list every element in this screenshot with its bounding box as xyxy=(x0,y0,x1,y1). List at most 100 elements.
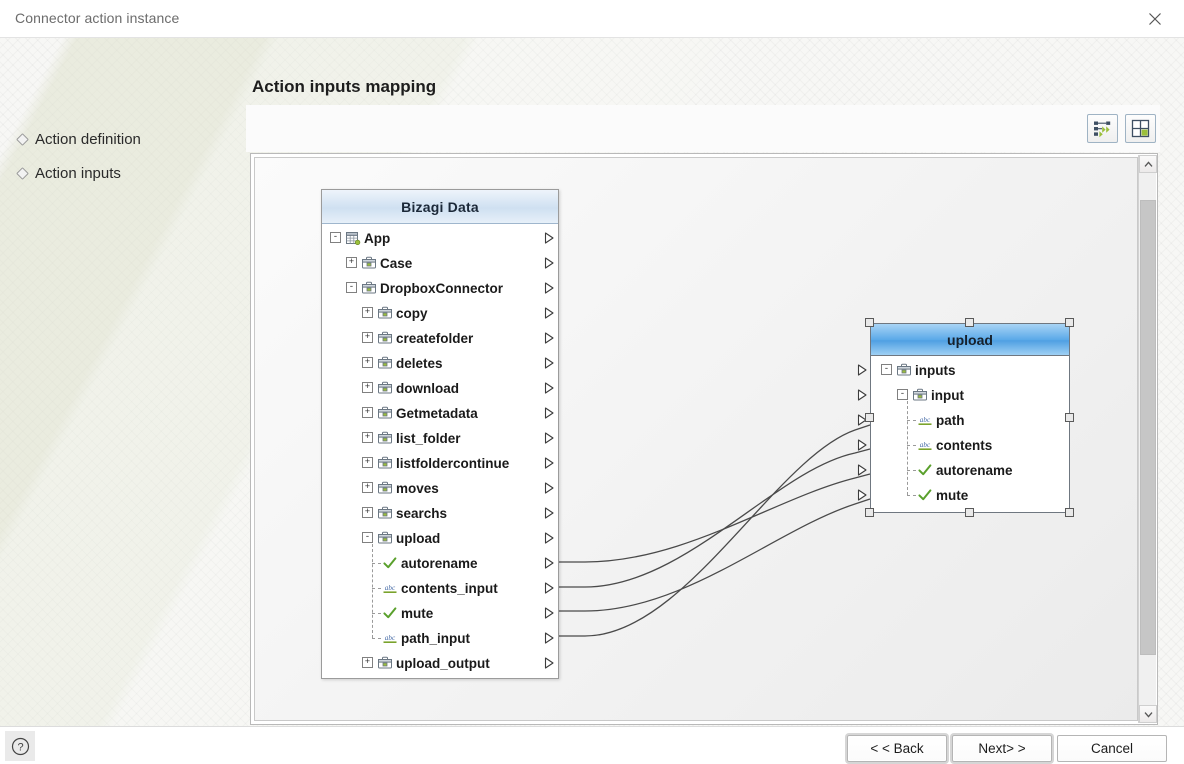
connection-port-icon[interactable] xyxy=(544,382,555,394)
connection-port-icon[interactable] xyxy=(857,364,868,376)
collapse-toggle-icon[interactable]: - xyxy=(881,364,892,375)
tree-row[interactable]: + Getmetadata xyxy=(322,401,558,426)
resize-handle-n[interactable] xyxy=(965,318,974,327)
node-row[interactable]: - inputs xyxy=(857,358,1071,383)
tree-row[interactable]: + list_folder xyxy=(322,426,558,451)
connection-port-icon[interactable] xyxy=(544,507,555,519)
tree-row[interactable]: + moves xyxy=(322,476,558,501)
help-button[interactable]: ? xyxy=(5,731,35,761)
briefcase-icon xyxy=(378,431,392,444)
bizagi-data-tree[interactable]: Bizagi Data - App + Case - DropboxConnector + c… xyxy=(321,189,559,679)
connection-port-icon[interactable] xyxy=(857,489,868,501)
connection-port-icon[interactable] xyxy=(544,282,555,294)
connection-port-icon[interactable] xyxy=(544,607,555,619)
window-title: Connector action instance xyxy=(15,10,180,26)
resize-handle-w[interactable] xyxy=(865,413,874,422)
expand-toggle-icon[interactable]: + xyxy=(362,407,373,418)
collapse-toggle-icon[interactable]: - xyxy=(346,282,357,293)
connection-port-icon[interactable] xyxy=(544,457,555,469)
scroll-up-button[interactable] xyxy=(1139,155,1157,173)
node-row[interactable]: mute xyxy=(857,483,1071,508)
expand-toggle-icon[interactable]: + xyxy=(362,307,373,318)
tree-row[interactable]: + Case xyxy=(322,251,558,276)
upload-node[interactable]: upload - inputs - input abc path abc contents au… xyxy=(857,323,1071,513)
expand-toggle-icon[interactable]: + xyxy=(346,257,357,268)
expand-toggle-icon[interactable]: + xyxy=(362,482,373,493)
connection-port-icon[interactable] xyxy=(544,482,555,494)
node-row[interactable]: abc path xyxy=(857,408,1071,433)
expand-toggle-icon[interactable]: + xyxy=(362,507,373,518)
collapse-toggle-icon[interactable]: - xyxy=(330,232,341,243)
resize-handle-e[interactable] xyxy=(1065,413,1074,422)
connection-port-icon[interactable] xyxy=(544,432,555,444)
node-row[interactable]: abc contents xyxy=(857,433,1071,458)
diamond-bullet-icon xyxy=(16,133,29,146)
connection-port-icon[interactable] xyxy=(544,257,555,269)
node-row[interactable]: - input xyxy=(857,383,1071,408)
sidebar-item-action-definition[interactable]: Action definition xyxy=(16,131,141,148)
collapse-toggle-icon[interactable]: - xyxy=(897,389,908,400)
tree-row[interactable]: abc contents_input xyxy=(322,576,558,601)
briefcase-icon xyxy=(897,363,911,376)
collapse-toggle-icon[interactable]: - xyxy=(362,532,373,543)
tree-row[interactable]: abc path_input xyxy=(322,626,558,651)
resize-handle-se[interactable] xyxy=(1065,508,1074,517)
sidebar-item-action-inputs[interactable]: Action inputs xyxy=(16,165,121,182)
resize-handle-s[interactable] xyxy=(965,508,974,517)
mapping-canvas[interactable]: Bizagi Data - App + Case - DropboxConnector + c… xyxy=(250,153,1158,725)
connection-port-icon[interactable] xyxy=(544,307,555,319)
fit-layout-button[interactable] xyxy=(1125,114,1156,143)
tree-row[interactable]: - App xyxy=(322,226,558,251)
tree-row[interactable]: - DropboxConnector xyxy=(322,276,558,301)
connection-port-icon[interactable] xyxy=(544,632,555,644)
briefcase-icon xyxy=(378,406,392,419)
tree-row[interactable]: + createfolder xyxy=(322,326,558,351)
connection-port-icon[interactable] xyxy=(544,407,555,419)
tree-row[interactable]: autorename xyxy=(322,551,558,576)
connection-port-icon[interactable] xyxy=(544,232,555,244)
expand-toggle-icon[interactable]: + xyxy=(362,432,373,443)
cancel-button[interactable]: Cancel xyxy=(1057,735,1167,762)
node-row[interactable]: autorename xyxy=(857,458,1071,483)
expand-toggle-icon[interactable]: + xyxy=(362,357,373,368)
tree-row[interactable]: + download xyxy=(322,376,558,401)
close-icon[interactable] xyxy=(1126,0,1184,37)
wizard-steps-sidebar: Action definition Action inputs xyxy=(0,38,250,726)
tree-row[interactable]: mute xyxy=(322,601,558,626)
tree-row[interactable]: + upload_output xyxy=(322,651,558,676)
tree-row[interactable]: + deletes xyxy=(322,351,558,376)
canvas-vertical-scrollbar[interactable] xyxy=(1138,155,1157,723)
connection-port-icon[interactable] xyxy=(857,464,868,476)
resize-handle-sw[interactable] xyxy=(865,508,874,517)
connection-port-icon[interactable] xyxy=(544,332,555,344)
resize-handle-nw[interactable] xyxy=(865,318,874,327)
tree-row[interactable]: + listfoldercontinue xyxy=(322,451,558,476)
next-button[interactable]: Next> > xyxy=(952,735,1052,762)
connection-port-icon[interactable] xyxy=(544,582,555,594)
tree-row[interactable]: - upload xyxy=(322,526,558,551)
connection-port-icon[interactable] xyxy=(544,657,555,669)
tree-header-label: Bizagi Data xyxy=(322,190,558,224)
scrollbar-thumb[interactable] xyxy=(1140,200,1156,655)
briefcase-icon xyxy=(378,331,392,344)
connection-port-icon[interactable] xyxy=(857,439,868,451)
scroll-down-button[interactable] xyxy=(1139,705,1157,723)
tree-row[interactable]: + copy xyxy=(322,301,558,326)
expand-toggle-icon[interactable]: + xyxy=(362,457,373,468)
node-guide-line xyxy=(907,420,916,421)
resize-handle-ne[interactable] xyxy=(1065,318,1074,327)
tree-row[interactable]: + searchs xyxy=(322,501,558,526)
expand-toggle-icon[interactable]: + xyxy=(362,382,373,393)
auto-map-button[interactable] xyxy=(1087,114,1118,143)
connection-port-icon[interactable] xyxy=(544,557,555,569)
briefcase-icon xyxy=(378,656,392,669)
mapping-surface[interactable]: Bizagi Data - App + Case - DropboxConnector + c… xyxy=(254,157,1138,721)
expand-toggle-icon[interactable]: + xyxy=(362,657,373,668)
back-button[interactable]: < < Back xyxy=(847,735,947,762)
connection-port-icon[interactable] xyxy=(857,389,868,401)
expand-toggle-icon[interactable]: + xyxy=(362,332,373,343)
connection-port-icon[interactable] xyxy=(544,357,555,369)
connection-port-icon[interactable] xyxy=(544,532,555,544)
tree-guide-line xyxy=(372,588,381,589)
tree-row-label: deletes xyxy=(396,356,443,371)
